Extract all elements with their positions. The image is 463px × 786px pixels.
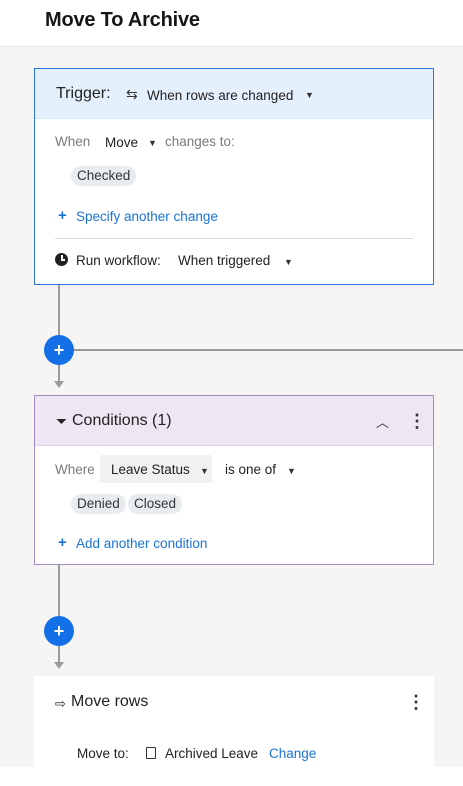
- bottom-bar: [0, 767, 463, 786]
- conditions-label: Conditions (1): [72, 412, 172, 429]
- sheet-icon: [146, 747, 156, 759]
- target-sheet-name: Archived Leave: [165, 746, 259, 761]
- branch-connector-line: [74, 349, 463, 351]
- trigger-header: Trigger: ⇆ When rows are changed ▼: [35, 69, 433, 119]
- action-label: Move rows: [71, 693, 149, 710]
- when-label: When: [55, 134, 91, 149]
- chevron-down-icon[interactable]: ▼: [284, 257, 293, 267]
- trigger-type-dropdown[interactable]: When rows are changed: [147, 88, 293, 103]
- value-chip[interactable]: Denied: [71, 494, 126, 514]
- chevron-down-icon[interactable]: ▼: [148, 138, 157, 148]
- divider: [55, 238, 413, 239]
- clock-icon: [55, 253, 68, 266]
- conditions-header[interactable]: ⏷ Conditions (1) ︿ ⋮: [35, 396, 433, 446]
- header: Move To Archive: [0, 0, 463, 47]
- action-card: ⇨ Move rows ⋮ Move to: Archived Leave Ch…: [34, 676, 434, 767]
- value-chip[interactable]: Checked: [71, 166, 137, 186]
- arrow-down-icon: [54, 662, 64, 669]
- connector-line: [58, 565, 60, 616]
- conditions-card: ⏷ Conditions (1) ︿ ⋮ Where Leave Status …: [34, 395, 434, 565]
- changes-to-label: changes to:: [165, 134, 235, 149]
- add-another-condition-link[interactable]: Add another condition: [76, 536, 207, 551]
- more-options-icon[interactable]: ⋮: [407, 693, 425, 711]
- run-workflow-dropdown[interactable]: When triggered: [178, 253, 270, 268]
- page-title: Move To Archive: [45, 9, 200, 31]
- workflow-canvas: + + Trigger: ⇆ When rows are changed ▼ W…: [0, 47, 463, 767]
- field-dropdown[interactable]: Move: [105, 135, 138, 150]
- specify-another-change-link[interactable]: Specify another change: [76, 209, 218, 224]
- connector-line: [58, 285, 60, 337]
- funnel-icon: ⏷: [56, 413, 68, 429]
- condition-field-value: Leave Status: [111, 462, 190, 477]
- condition-operator-dropdown[interactable]: is one of: [225, 462, 276, 477]
- add-step-button[interactable]: +: [44, 335, 74, 365]
- trigger-label: Trigger:: [56, 85, 111, 102]
- run-workflow-label: Run workflow:: [76, 253, 161, 268]
- arrow-down-icon: [54, 381, 64, 388]
- cycle-icon: ⇆: [126, 86, 138, 102]
- plus-icon[interactable]: +: [58, 534, 67, 551]
- condition-field-dropdown[interactable]: Leave Status ▼: [100, 455, 212, 483]
- plus-icon[interactable]: +: [58, 207, 67, 224]
- add-step-button[interactable]: +: [44, 616, 74, 646]
- chevron-down-icon: ▼: [200, 466, 209, 476]
- move-to-label: Move to:: [77, 746, 129, 761]
- chevron-down-icon[interactable]: ▼: [287, 466, 296, 476]
- move-rows-icon: ⇨: [55, 696, 66, 711]
- trigger-card: Trigger: ⇆ When rows are changed ▼ When …: [34, 68, 434, 285]
- connector-line: [58, 365, 60, 381]
- chevron-up-icon[interactable]: ︿: [376, 412, 389, 431]
- value-chip[interactable]: Closed: [128, 494, 183, 514]
- where-label: Where: [55, 462, 95, 477]
- change-target-link[interactable]: Change: [269, 746, 316, 761]
- more-options-icon[interactable]: ⋮: [408, 412, 426, 430]
- chevron-down-icon[interactable]: ▼: [305, 90, 314, 100]
- connector-line: [58, 646, 60, 662]
